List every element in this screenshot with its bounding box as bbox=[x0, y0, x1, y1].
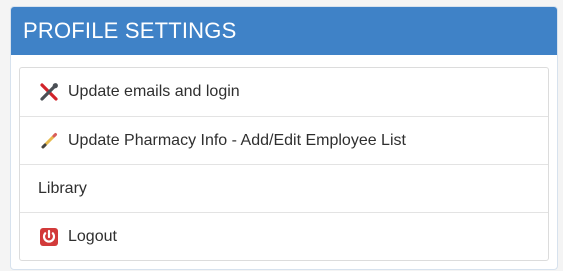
profile-settings-panel: PROFILE SETTINGS Update emails and login bbox=[10, 6, 558, 270]
panel-body: Update emails and login Update Pharmacy … bbox=[11, 55, 557, 261]
pencil-icon bbox=[38, 130, 60, 152]
update-pharmacy-info-link[interactable]: Update Pharmacy Info - Add/Edit Employee… bbox=[20, 116, 548, 164]
update-pharmacy-info-label: Update Pharmacy Info - Add/Edit Employee… bbox=[68, 131, 406, 149]
logout-label: Logout bbox=[68, 227, 117, 245]
update-emails-login-label: Update emails and login bbox=[68, 83, 240, 100]
settings-list: Update emails and login Update Pharmacy … bbox=[19, 67, 549, 261]
library-link[interactable]: Library bbox=[20, 164, 548, 212]
panel-title: PROFILE SETTINGS bbox=[11, 7, 557, 55]
update-emails-login-link[interactable]: Update emails and login bbox=[20, 68, 548, 116]
power-icon bbox=[38, 226, 60, 248]
logout-link[interactable]: Logout bbox=[20, 212, 548, 260]
library-label: Library bbox=[38, 179, 87, 197]
tools-icon bbox=[38, 81, 60, 103]
